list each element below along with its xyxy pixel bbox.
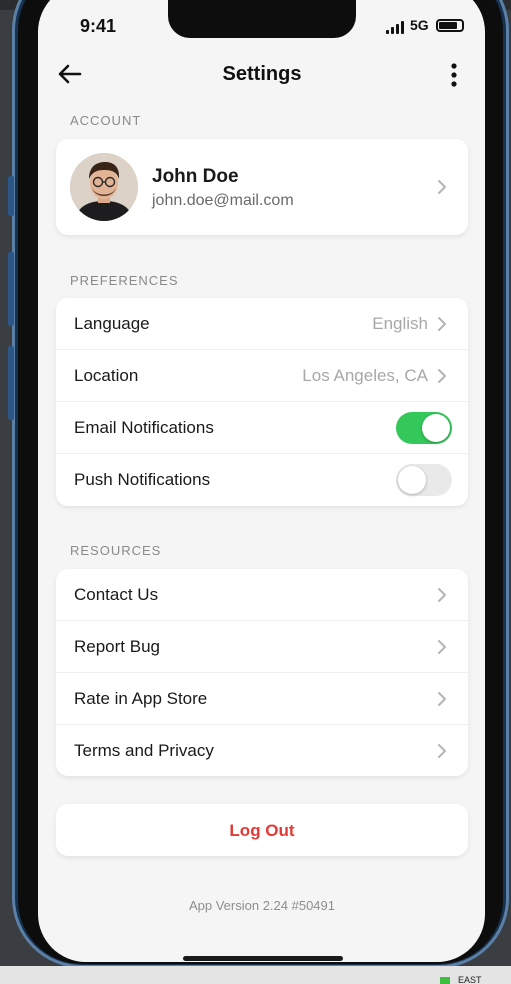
account-card[interactable]: John Doe john.doe@mail.com [56,139,468,235]
contact-us-row[interactable]: Contact Us [56,569,468,621]
more-button[interactable] [444,60,464,90]
report-bug-row[interactable]: Report Bug [56,621,468,673]
taskbar-status-icon [440,977,450,984]
section-label-resources: RESOURCES [70,543,162,558]
notch [168,0,356,38]
location-row[interactable]: Location Los Angeles, CA [56,350,468,402]
location-label: Location [74,366,139,385]
terms-privacy-label: Terms and Privacy [74,741,214,760]
language-label: Language [74,314,150,333]
section-label-account: ACCOUNT [70,113,142,128]
rate-app-label: Rate in App Store [74,689,208,708]
avatar [70,153,138,221]
resources-card: Contact Us Report Bug Rate in App Store … [56,569,468,776]
report-bug-label: Report Bug [74,637,160,656]
location-value: Los Angeles, CA [302,366,428,385]
network-type: 5G [410,17,429,33]
phone-volume-up-button [8,252,14,326]
arrow-left-icon [58,64,82,84]
status-time: 9:41 [80,16,117,36]
battery-icon [436,19,464,32]
logout-button[interactable]: Log Out [56,804,468,856]
email-notifications-toggle[interactable] [396,412,452,444]
terms-privacy-row[interactable]: Terms and Privacy [56,725,468,776]
email-notifications-label: Email Notifications [74,418,214,437]
chevron-right-icon [438,180,446,194]
taskbar [0,966,511,984]
chevron-right-icon [438,369,446,383]
logout-label: Log Out [229,821,295,840]
home-indicator[interactable] [183,956,343,961]
toggle-knob [398,466,426,494]
app-version: App Version 2.24 #50491 [188,898,335,913]
chevron-right-icon [438,317,446,331]
chevron-right-icon [438,692,446,706]
language-value: English [372,314,428,333]
email-notifications-row: Email Notifications [56,402,468,454]
phone-volume-down-button [8,346,14,420]
page-title: Settings [222,63,302,85]
profile-name: John Doe [152,166,239,187]
rate-app-row[interactable]: Rate in App Store [56,673,468,725]
preferences-card: Language English Location Los Angeles, C… [56,298,468,506]
push-notifications-toggle[interactable] [396,464,452,496]
section-label-preferences: PREFERENCES [70,273,179,288]
profile-email: john.doe@mail.com [152,192,294,209]
chevron-right-icon [438,744,446,758]
phone-side-button [8,176,14,216]
push-notifications-row: Push Notifications [56,454,468,506]
chevron-right-icon [438,640,446,654]
language-row[interactable]: Language English [56,298,468,350]
back-button[interactable] [56,60,84,88]
contact-us-label: Contact Us [74,585,159,604]
taskbar-label: EAST [458,975,482,984]
toggle-knob [422,414,450,442]
more-vertical-icon [451,63,457,87]
push-notifications-label: Push Notifications [74,470,211,489]
signal-icon [386,20,406,34]
chevron-right-icon [438,588,446,602]
